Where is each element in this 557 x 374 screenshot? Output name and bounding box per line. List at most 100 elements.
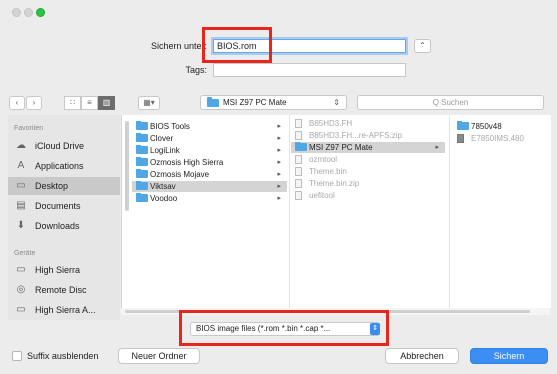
list-item[interactable]: E7850IMS.480: [453, 133, 549, 144]
icon-view-button[interactable]: ∷: [64, 96, 81, 110]
file-icon: [295, 119, 302, 128]
sidebar-item-label: Applications: [35, 161, 84, 171]
list-item-label: Voodoo: [150, 194, 178, 203]
list-item-label: Theme.bin.zip: [309, 179, 360, 188]
disk-icon: ▭: [16, 264, 26, 275]
list-item[interactable]: uefitool: [291, 190, 445, 201]
file-icon: [295, 131, 302, 140]
new-folder-button[interactable]: Neuer Ordner: [118, 348, 200, 364]
cloud-icon: ☁: [16, 140, 26, 151]
search-field[interactable]: Q Suchen: [357, 95, 544, 110]
hide-extension-checkbox[interactable]: [12, 351, 22, 361]
chevron-right-icon: ▸: [277, 195, 281, 202]
zoom-window-button[interactable]: [36, 8, 45, 17]
sidebar-item-label: Downloads: [35, 221, 80, 231]
sidebar-item-label: iCloud Drive: [35, 141, 85, 151]
folder-icon: [136, 157, 148, 166]
applications-icon: A: [17, 160, 25, 171]
list-item[interactable]: MSI Z97 PC Mate ▸: [291, 142, 445, 153]
list-item-label: ozmtool: [309, 155, 338, 164]
sidebar-item-desktop[interactable]: ▭ Desktop: [8, 177, 120, 195]
list-item-label: uefitool: [309, 191, 335, 200]
sidebar-item-remote-disc[interactable]: ◎ Remote Disc: [8, 281, 120, 299]
sidebar-item-label: Desktop: [35, 181, 69, 191]
list-item[interactable]: Clover ▸: [132, 133, 287, 144]
folder-icon: [136, 121, 148, 130]
minimize-window-button[interactable]: [24, 8, 33, 17]
chevron-right-icon: ▸: [277, 171, 281, 178]
expand-dialog-button[interactable]: ⌃: [414, 39, 431, 53]
sidebar-item-label: Remote Disc: [35, 285, 87, 295]
sidebar-item-downloads[interactable]: ⬇ Downloads: [8, 217, 120, 235]
list-item-label: E7850IMS.480: [471, 134, 524, 143]
desktop-icon: ▭: [16, 180, 26, 191]
sidebar-item-label: Documents: [35, 201, 81, 211]
list-item-label: MSI Z97 PC Mate: [309, 143, 373, 152]
chevron-right-icon: ▸: [277, 147, 281, 154]
sidebar: Favoriten ☁ iCloud Drive A Applications …: [8, 115, 120, 320]
tags-field[interactable]: [213, 63, 406, 77]
folder-icon: [136, 181, 148, 190]
file-icon: [295, 191, 302, 200]
list-item[interactable]: Ozmosis Mojave ▸: [132, 169, 287, 180]
column-view-button[interactable]: ▥: [98, 96, 115, 110]
list-item-label: B85HD3.FH...re-APFS.zip: [309, 131, 402, 140]
list-item[interactable]: BIOS Tools ▸: [132, 121, 287, 132]
folder-icon: [295, 142, 307, 151]
list-item-label: Ozmosis Mojave: [150, 170, 210, 179]
browser-column-2: B85HD3.FH B85HD3.FH...re-APFS.zip MSI Z9…: [289, 115, 450, 308]
downloads-icon: ⬇: [16, 220, 26, 231]
folder-icon: [136, 169, 148, 178]
path-popup-label: MSI Z97 PC Mate: [223, 98, 287, 107]
list-item-label: B85HD3.FH: [309, 119, 353, 128]
list-item[interactable]: 7850v48: [453, 121, 549, 132]
list-item[interactable]: Viktsav ▸: [132, 181, 287, 192]
chevron-right-icon: ▸: [277, 135, 281, 142]
list-item[interactable]: Voodoo ▸: [132, 193, 287, 204]
save-button[interactable]: Sichern: [470, 348, 548, 364]
sidebar-item-label: High Sierra: [35, 265, 81, 275]
forward-button[interactable]: ›: [26, 96, 42, 110]
back-button[interactable]: ‹: [9, 96, 25, 110]
list-item-label: 7850v48: [471, 122, 502, 131]
column-scrollbar[interactable]: [125, 121, 129, 211]
browser-column-3: 7850v48 E7850IMS.480: [449, 115, 551, 308]
close-window-button[interactable]: [12, 8, 21, 17]
list-item[interactable]: Ozmosis High Sierra ▸: [132, 157, 287, 168]
sidebar-item-high-sierra-a[interactable]: ▭ High Sierra A...: [8, 301, 120, 319]
folder-icon: [136, 193, 148, 202]
path-popup[interactable]: MSI Z97 PC Mate ⇕: [200, 95, 347, 110]
sidebar-item-icloud-drive[interactable]: ☁ iCloud Drive: [8, 137, 120, 155]
list-view-button[interactable]: ≡: [81, 96, 98, 110]
sidebar-item-high-sierra[interactable]: ▭ High Sierra: [8, 261, 120, 279]
save-as-label: Sichern unter:: [150, 41, 207, 51]
sidebar-item-documents[interactable]: ▤ Documents: [8, 197, 120, 215]
group-view-button[interactable]: ▦▾: [138, 96, 160, 110]
list-item-label: BIOS Tools: [150, 122, 190, 131]
list-item[interactable]: ozmtool: [291, 154, 445, 165]
save-dialog: Sichern unter: BIOS.rom ⌃ Tags: ‹ › ∷ ≡ …: [0, 0, 557, 374]
search-placeholder: Q Suchen: [432, 98, 469, 107]
list-item[interactable]: Theme.bin: [291, 166, 445, 177]
list-item[interactable]: Theme.bin.zip: [291, 178, 445, 189]
folder-icon: [207, 97, 219, 107]
list-item-label: Ozmosis High Sierra: [150, 158, 224, 167]
list-item[interactable]: B85HD3.FH: [291, 118, 445, 129]
folder-icon: [136, 145, 148, 154]
chevron-right-icon: ▸: [435, 144, 439, 151]
file-icon: [295, 167, 302, 176]
folder-icon: [457, 121, 469, 130]
list-item-label: Clover: [150, 134, 174, 143]
sidebar-item-applications[interactable]: A Applications: [8, 157, 120, 175]
file-icon: [457, 134, 464, 143]
browser-column-1: BIOS Tools ▸ Clover ▸ LogiLink ▸ Ozmosis…: [122, 115, 290, 308]
title-bar: [0, 0, 557, 22]
chevron-right-icon: ▸: [277, 123, 281, 130]
list-item[interactable]: LogiLink ▸: [132, 145, 287, 156]
file-browser: BIOS Tools ▸ Clover ▸ LogiLink ▸ Ozmosis…: [121, 115, 551, 308]
cancel-button[interactable]: Abbrechen: [385, 348, 459, 364]
tags-label: Tags:: [185, 65, 207, 75]
list-item[interactable]: B85HD3.FH...re-APFS.zip: [291, 130, 445, 141]
documents-icon: ▤: [16, 200, 26, 211]
devices-header: Geräte: [14, 250, 36, 257]
